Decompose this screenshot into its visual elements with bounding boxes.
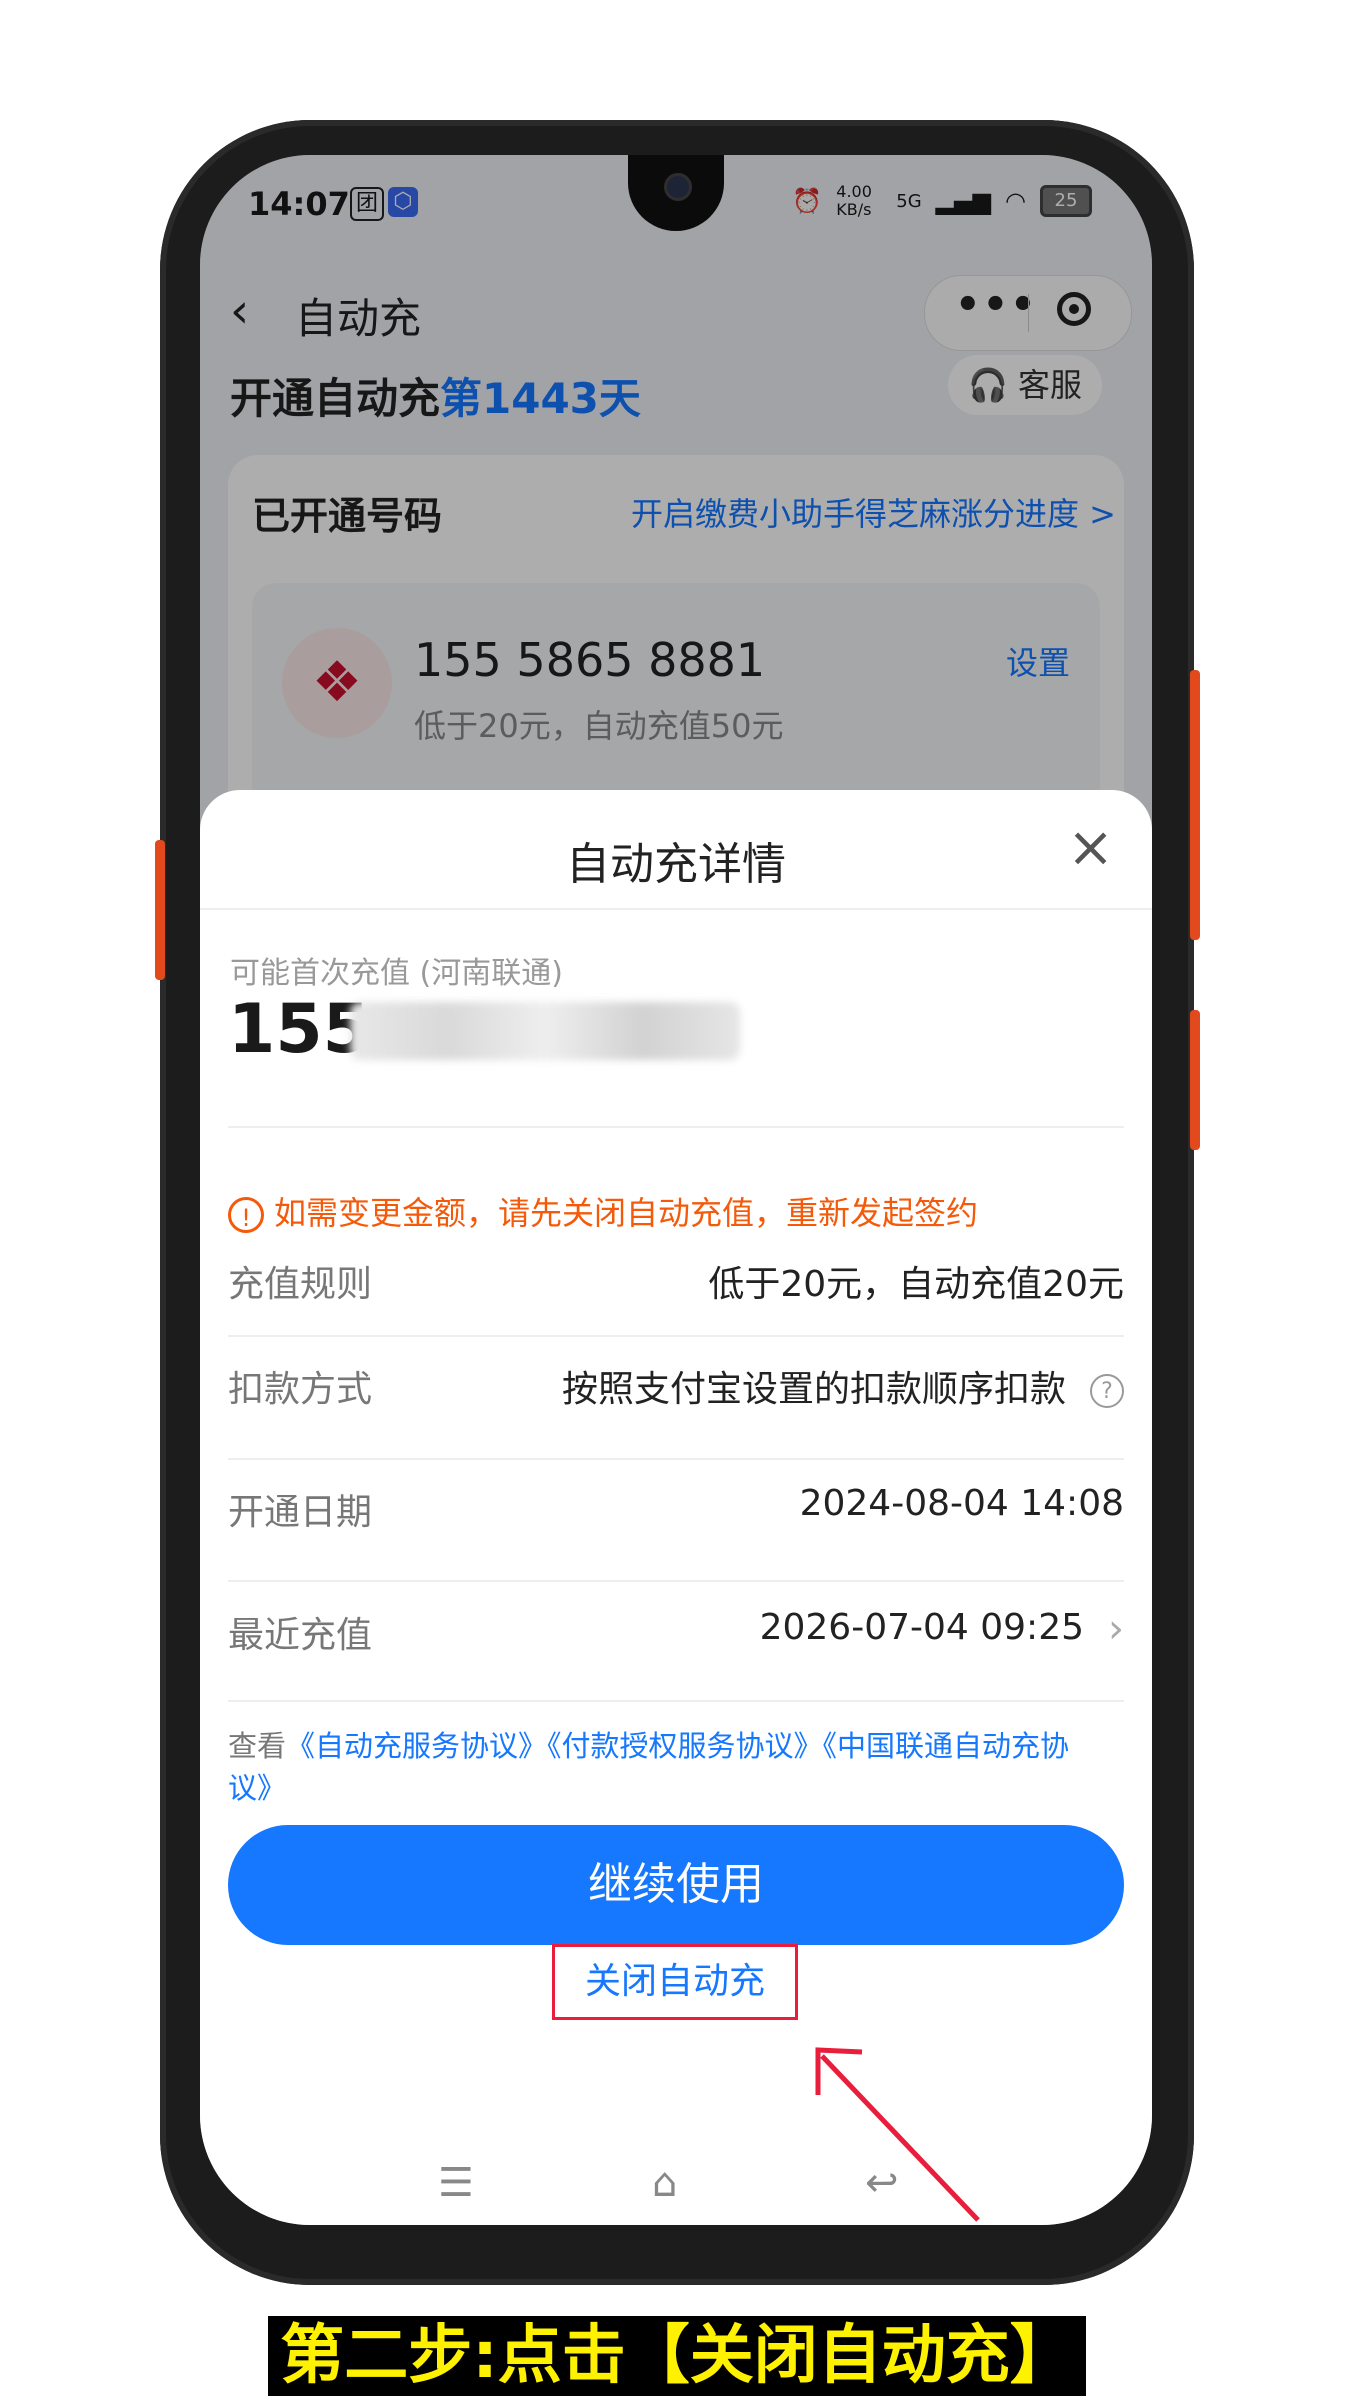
masked-phone-number: 155 — [228, 990, 370, 1069]
first-recharge-label: 可能首次充值 (河南联通) — [230, 956, 563, 991]
agreement-text: 查看《自动充服务协议》《付款授权服务协议》《中国联通自动充协议》 — [228, 1725, 1108, 1809]
row-last-recharge[interactable]: 最近充值 2026-07-04 09:25 › — [228, 1586, 1124, 1666]
warning-icon: ! — [228, 1197, 264, 1233]
sheet-title: 自动充详情 — [566, 839, 786, 890]
row-value: 2024-08-04 14:08 — [799, 1483, 1124, 1524]
close-auto-recharge-button[interactable]: 关闭自动充 — [552, 1944, 798, 2020]
last-recharge-text: 2026-07-04 09:25 — [759, 1607, 1084, 1648]
row-value: 2026-07-04 09:25 › — [760, 1606, 1124, 1652]
continue-button[interactable]: 继续使用 — [228, 1825, 1124, 1945]
back-icon[interactable]: ↩ — [865, 2160, 899, 2206]
divider — [200, 908, 1152, 910]
row-key: 最近充值 — [228, 1615, 373, 1656]
auto-recharge-detail-sheet: 自动充详情 × 可能首次充值 (河南联通) 155 ! 如需变更金额，请先关闭自动… — [200, 790, 1152, 2225]
agreement-prefix: 查看 — [228, 1729, 287, 1763]
row-key: 充值规则 — [228, 1264, 373, 1305]
row-value: 按照支付宝设置的扣款顺序扣款? — [562, 1360, 1124, 1412]
row-key: 开通日期 — [228, 1492, 373, 1533]
row-recharge-rule: 充值规则 低于20元，自动充值20元 — [228, 1235, 1124, 1315]
home-icon[interactable]: ⌂ — [652, 2160, 677, 2206]
row-open-date: 开通日期 2024-08-04 14:08 — [228, 1463, 1124, 1543]
divider — [228, 1458, 1124, 1460]
row-value: 低于20元，自动充值20元 — [708, 1264, 1124, 1305]
row-key: 扣款方式 — [228, 1369, 373, 1410]
step-caption: 第二步:点击【关闭自动充】 — [268, 2316, 1086, 2396]
divider — [228, 1126, 1124, 1128]
help-icon[interactable]: ? — [1090, 1374, 1124, 1408]
phone-screen: 14:07 团 ⬡ ⏰ 4.00 KB/s 5G ▂▄▆ ◠ 25 ‹ 自动充 … — [200, 155, 1152, 2225]
warning-notice: ! 如需变更金额，请先关闭自动充值，重新发起签约 — [228, 1188, 978, 1234]
divider — [228, 1700, 1124, 1702]
side-button — [1190, 1010, 1200, 1150]
row-payment-method: 扣款方式 按照支付宝设置的扣款顺序扣款? — [228, 1340, 1124, 1420]
warning-text: 如需变更金额，请先关闭自动充值，重新发起签约 — [274, 1194, 979, 1232]
redacted-number — [350, 1002, 740, 1060]
divider — [228, 1335, 1124, 1337]
system-nav-bar: ☰ ⌂ ↩ — [200, 2160, 1152, 2220]
power-button — [1190, 670, 1200, 940]
close-icon[interactable]: × — [1067, 820, 1114, 876]
agreement-links[interactable]: 《自动充服务协议》《付款授权服务协议》《中国联通自动充协议》 — [228, 1729, 1069, 1805]
volume-button — [155, 840, 165, 980]
menu-icon[interactable]: ☰ — [438, 2160, 474, 2206]
divider — [228, 1580, 1124, 1582]
payment-method-text: 按照支付宝设置的扣款顺序扣款 — [561, 1369, 1066, 1410]
chevron-right-icon: › — [1108, 1606, 1124, 1652]
